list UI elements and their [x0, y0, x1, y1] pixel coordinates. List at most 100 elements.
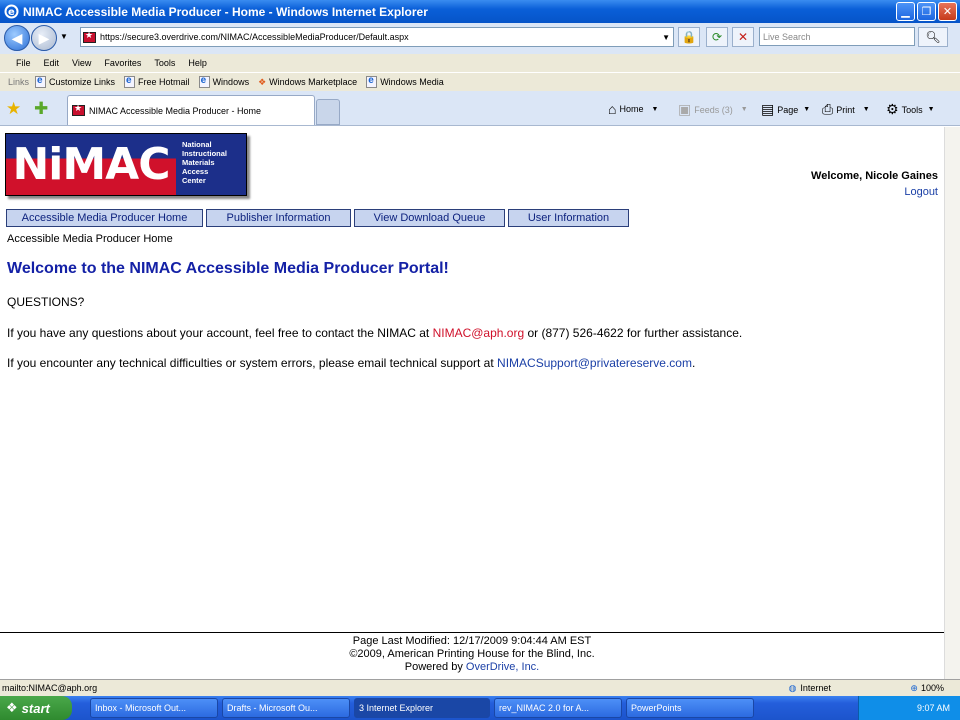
favorites-star-icon[interactable]: ★: [6, 99, 21, 119]
stop-icon[interactable]: ✕: [732, 27, 754, 47]
task-label: Drafts - Microsoft Ou...: [227, 703, 318, 713]
page-icon: [366, 75, 378, 88]
windows-logo-icon: ❖: [6, 700, 18, 715]
page-menu-button[interactable]: ▤ Page ▼: [761, 101, 810, 118]
history-dropdown-icon[interactable]: ▼: [60, 32, 68, 41]
tab-active[interactable]: NIMAC Accessible Media Producer - Home: [67, 95, 315, 125]
link-label: Free Hotmail: [138, 77, 190, 87]
powered-by: Powered by OverDrive, Inc.: [0, 661, 944, 674]
page-content: NiMAC National Instructional Materials A…: [0, 127, 944, 679]
task-label: Inbox - Microsoft Out...: [95, 703, 187, 713]
refresh-icon[interactable]: ⟳: [706, 27, 728, 47]
window-title: NIMAC Accessible Media Producer - Home -…: [23, 4, 428, 19]
address-field[interactable]: https://secure3.overdrive.com/NIMAC/Acce…: [80, 27, 674, 47]
zone-label: Internet: [800, 683, 831, 693]
page-footer: Page Last Modified: 12/17/2009 9:04:44 A…: [0, 632, 944, 674]
page-icon: [35, 75, 47, 88]
task-powerpoints-folder[interactable]: PowerPoints: [626, 698, 754, 718]
contact-text: If you have any questions about your acc…: [7, 326, 433, 340]
vertical-scrollbar[interactable]: [944, 127, 960, 679]
print-button[interactable]: ⎙ Print ▼: [822, 101, 870, 118]
new-tab-button[interactable]: [316, 99, 340, 125]
support-email-link[interactable]: NIMACSupport@privatereserve.com: [497, 356, 692, 370]
clock[interactable]: 9:07 AM: [917, 703, 950, 713]
menu-favorites[interactable]: Favorites: [104, 58, 141, 68]
status-bar: mailto:NIMAC@aph.org ◍ Internet ⊕ 100%: [0, 679, 960, 696]
start-label: start: [21, 700, 50, 716]
nav-user-information[interactable]: User Information: [508, 209, 629, 227]
system-tray: 9:07 AM: [858, 696, 960, 720]
task-label: PowerPoints: [631, 703, 682, 713]
start-button[interactable]: ❖ start: [0, 696, 72, 720]
logout-link[interactable]: Logout: [904, 186, 938, 198]
logo-subtitle: National Instructional Materials Access …: [176, 134, 246, 195]
ie-logo-icon: e: [4, 4, 19, 19]
logo-line: Center: [182, 176, 206, 185]
menu-edit[interactable]: Edit: [44, 58, 60, 68]
lock-icon[interactable]: 🔒: [678, 27, 700, 47]
feed-icon: ▣: [678, 101, 692, 117]
support-paragraph: If you encounter any technical difficult…: [7, 356, 695, 370]
maximize-button[interactable]: ❐: [917, 2, 936, 21]
link-windows[interactable]: Windows: [198, 75, 250, 88]
nimac-logo[interactable]: NiMAC National Instructional Materials A…: [5, 133, 247, 196]
task-internet-explorer[interactable]: 3 Internet Explorer: [354, 698, 490, 718]
nav-view-download-queue[interactable]: View Download Queue: [354, 209, 505, 227]
site-favicon-icon: [83, 30, 96, 43]
link-customize-links[interactable]: Customize Links: [35, 75, 115, 88]
task-inbox[interactable]: Inbox - Microsoft Out...: [90, 698, 218, 718]
browser-window: e NIMAC Accessible Media Producer - Home…: [0, 0, 960, 720]
logo-line: National: [182, 140, 212, 149]
chevron-down-icon: ▼: [927, 106, 935, 113]
link-label: Windows: [212, 77, 250, 87]
page-icon: ▤: [761, 101, 775, 117]
task-powerpoint-file[interactable]: rev_NIMAC 2.0 for A...: [494, 698, 622, 718]
close-button[interactable]: ✕: [938, 2, 957, 21]
logo-line: Instructional: [182, 149, 228, 158]
link-windows-media[interactable]: Windows Media: [366, 75, 444, 88]
link-windows-marketplace[interactable]: ❖ Windows Marketplace: [258, 77, 357, 88]
home-button[interactable]: ⌂ Home ▼: [608, 101, 658, 117]
breadcrumb: Accessible Media Producer Home: [7, 233, 173, 245]
printer-icon: ⎙: [822, 101, 834, 117]
menu-help[interactable]: Help: [188, 58, 207, 68]
nav-publisher-information[interactable]: Publisher Information: [206, 209, 351, 227]
questions-heading: QUESTIONS?: [7, 295, 85, 309]
nav-amp-home[interactable]: Accessible Media Producer Home: [6, 209, 203, 227]
contact-paragraph: If you have any questions about your acc…: [7, 326, 742, 340]
page-title: Welcome to the NIMAC Accessible Media Pr…: [7, 260, 449, 277]
task-label: rev_NIMAC 2.0 for A...: [499, 703, 590, 713]
gear-icon: ⚙: [886, 101, 899, 117]
home-label: Home: [619, 104, 644, 114]
forward-button[interactable]: ▶: [31, 25, 57, 51]
logo-line: Materials: [182, 158, 215, 167]
task-drafts[interactable]: Drafts - Microsoft Ou...: [222, 698, 350, 718]
zoom-level[interactable]: 100%: [921, 683, 944, 693]
svg-text:e: e: [8, 7, 15, 18]
search-input[interactable]: Live Search: [759, 27, 915, 46]
chevron-down-icon: ▼: [651, 105, 659, 113]
feeds-button[interactable]: ▣ Feeds (3) ▼: [678, 101, 748, 118]
print-label: Print: [836, 104, 855, 115]
tab-favicon-icon: [72, 103, 85, 116]
menu-tools[interactable]: Tools: [154, 58, 175, 68]
address-dropdown-icon[interactable]: ▼: [662, 33, 670, 42]
logo-line: Access: [182, 167, 209, 176]
search-button[interactable]: 🔍︎: [918, 27, 948, 47]
zoom-icon: ⊕: [910, 682, 918, 693]
nimac-email-link[interactable]: NIMAC@aph.org: [433, 326, 525, 340]
tools-label: Tools: [901, 104, 923, 115]
menu-view[interactable]: View: [72, 58, 91, 68]
menu-file[interactable]: File: [16, 58, 31, 68]
link-label: Windows Media: [380, 77, 444, 87]
page-label: Page: [777, 104, 799, 115]
add-favorites-icon[interactable]: ✚: [34, 99, 48, 119]
minimize-button[interactable]: ▁: [896, 2, 915, 21]
tab-title: NIMAC Accessible Media Producer - Home: [89, 105, 262, 116]
link-free-hotmail[interactable]: Free Hotmail: [124, 75, 190, 88]
status-text: mailto:NIMAC@aph.org: [2, 683, 98, 693]
menu-bar: File Edit View Favorites Tools Help: [0, 54, 960, 72]
overdrive-link[interactable]: OverDrive, Inc.: [466, 661, 539, 673]
tools-menu-button[interactable]: ⚙ Tools ▼: [886, 101, 935, 118]
back-button[interactable]: ◀: [4, 25, 30, 51]
